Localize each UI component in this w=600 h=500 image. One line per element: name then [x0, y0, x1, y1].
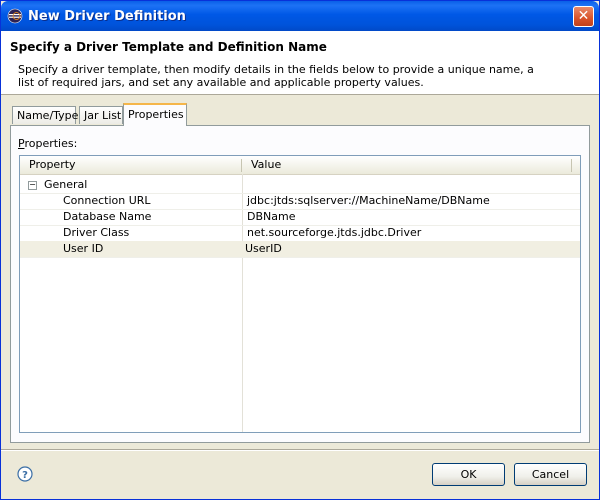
collapse-icon[interactable]: − [28, 181, 37, 190]
close-button[interactable]: ✕ [573, 6, 594, 27]
help-icon[interactable]: ? [17, 466, 33, 482]
ok-button-label: OK [460, 468, 477, 481]
header-description: Specify a driver template, then modify d… [18, 63, 534, 89]
scrollbar-gutter [572, 156, 580, 432]
table-row[interactable]: Driver Class net.sourceforge.jtds.jdbc.D… [20, 225, 580, 242]
footer-separator [1, 449, 599, 451]
tab-jar-list[interactable]: Jar List [79, 106, 123, 124]
dialog-window: New Driver Definition ✕ Specify a Driver… [0, 0, 600, 500]
cancel-button-label: Cancel [531, 468, 570, 481]
close-icon: ✕ [577, 8, 590, 24]
properties-label-text: roperties: [24, 137, 78, 150]
tab-properties[interactable]: Properties [123, 103, 187, 126]
group-row-general[interactable]: − General [20, 177, 580, 194]
title-bar[interactable]: New Driver Definition ✕ [1, 1, 599, 31]
table-header: Property Value [20, 156, 580, 175]
properties-table[interactable]: Property Value − General Connection URL … [19, 155, 581, 433]
property-value[interactable]: net.sourceforge.jtds.jdbc.Driver [247, 225, 421, 241]
property-value[interactable]: jdbc:jtds:sqlserver://MachineName/DBName [247, 193, 490, 209]
properties-label: Properties: [18, 137, 77, 150]
table-row[interactable]: Connection URL jdbc:jtds:sqlserver://Mac… [20, 193, 580, 210]
eclipse-icon [7, 8, 23, 24]
wizard-header: Specify a Driver Template and Definition… [1, 31, 599, 95]
group-label: General [44, 178, 88, 191]
tab-name-type[interactable]: Name/Type [12, 106, 79, 124]
property-value-editor[interactable]: UserID [245, 241, 282, 257]
property-name: Driver Class [63, 226, 130, 239]
property-name: User ID [63, 242, 104, 255]
table-row[interactable]: Database Name DBName [20, 209, 580, 226]
property-name: Database Name [63, 210, 152, 223]
window-title: New Driver Definition [28, 9, 186, 24]
property-name: Connection URL [63, 194, 151, 207]
svg-text:?: ? [22, 470, 28, 481]
tab-label: Jar List [84, 109, 122, 122]
tab-label: Name/Type [17, 109, 79, 122]
header-title: Specify a Driver Template and Definition… [10, 40, 327, 54]
cancel-button[interactable]: Cancel [514, 463, 587, 486]
column-header-property[interactable]: Property [20, 156, 242, 174]
column-header-value[interactable]: Value [242, 156, 572, 174]
property-value[interactable]: DBName [247, 209, 295, 225]
tab-label: Properties [128, 108, 184, 121]
table-row-selected[interactable]: User ID UserID [20, 241, 580, 258]
ok-button[interactable]: OK [432, 463, 505, 486]
